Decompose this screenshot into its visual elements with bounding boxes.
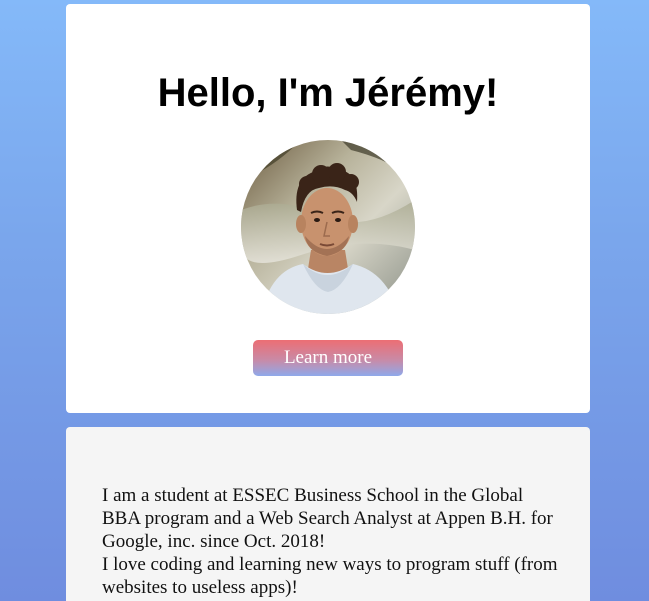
page-title: Hello, I'm Jérémy!	[157, 71, 499, 115]
about-paragraph-2: I love coding and learning new ways to p…	[102, 554, 558, 598]
about-text: I am a student at ESSEC Business School …	[102, 484, 562, 599]
intro-card: Hello, I'm Jérémy! Learn more	[66, 4, 590, 413]
about-card: I am a student at ESSEC Business School …	[66, 427, 590, 601]
about-paragraph-1: I am a student at ESSEC Business School …	[102, 485, 553, 552]
profile-avatar	[241, 140, 415, 314]
learn-more-button[interactable]: Learn more	[253, 340, 403, 376]
profile-photo-image	[241, 140, 415, 314]
